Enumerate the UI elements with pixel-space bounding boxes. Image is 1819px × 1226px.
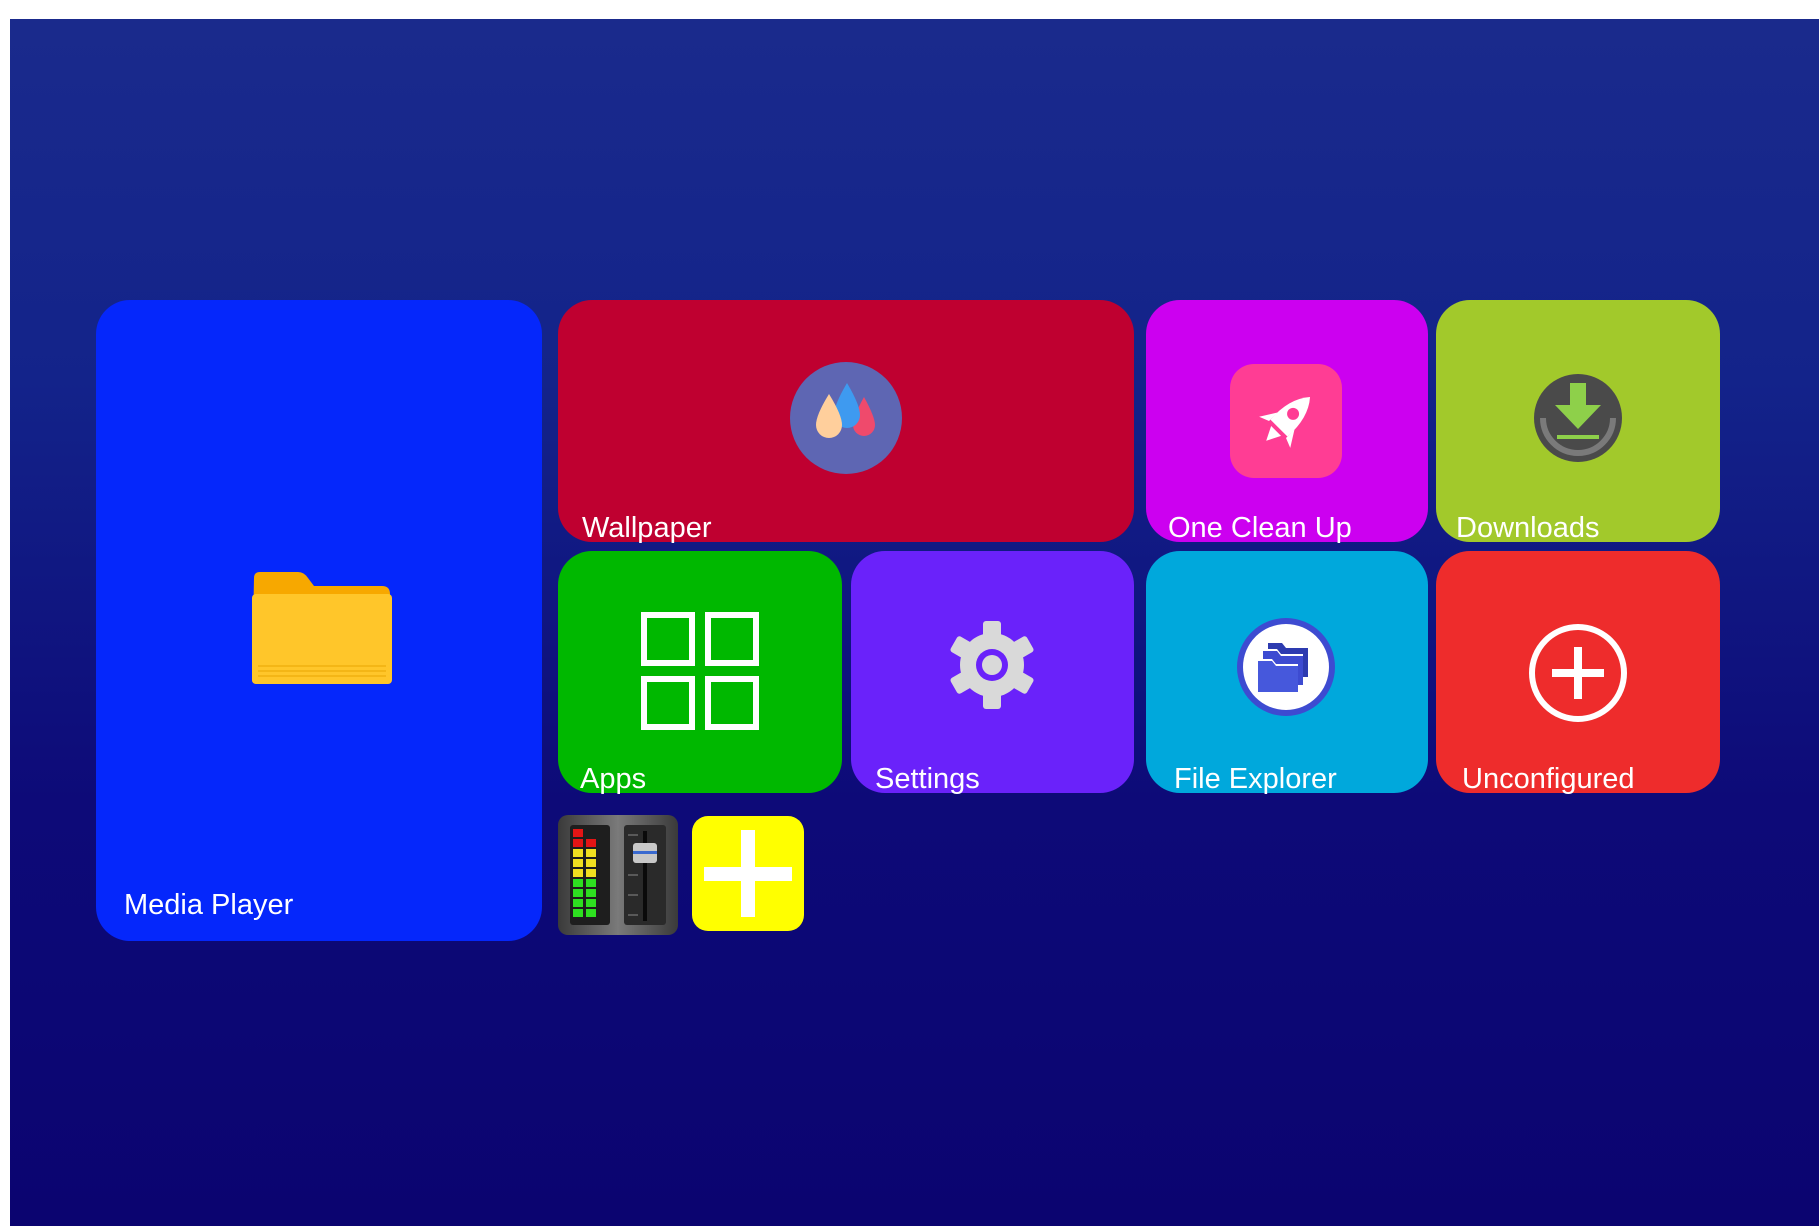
download-icon [1534,374,1622,462]
tile-apps[interactable]: Apps [558,551,842,795]
plus-icon [704,830,792,917]
tile-file-explorer[interactable]: File Explorer [1146,551,1428,795]
music-mixer-shortcut[interactable] [558,815,678,935]
tile-one-clean-up[interactable]: One Clean Up [1146,300,1428,544]
home-screen: Media Player Wallpaper One Clean Up Down… [10,19,1819,1226]
tile-media-player[interactable]: Media Player [96,300,542,941]
rocket-icon [1230,364,1342,478]
wallpaper-label: Wallpaper [582,512,712,544]
tile-unconfigured[interactable]: Unconfigured [1436,551,1720,795]
folders-icon [1237,618,1335,716]
tile-settings[interactable]: Settings [851,551,1134,795]
music-mixer-icon [558,815,678,935]
unconfigured-label: Unconfigured [1462,763,1635,795]
plus-circle-icon [1529,624,1627,722]
drops-icon [790,362,902,474]
one-clean-up-label: One Clean Up [1168,512,1352,544]
settings-label: Settings [875,763,980,795]
gear-icon [950,621,1034,709]
tile-downloads[interactable]: Downloads [1436,300,1720,544]
add-shortcut-button[interactable] [692,816,804,931]
apps-grid-icon [641,612,759,730]
media-player-label: Media Player [124,889,294,921]
apps-label: Apps [580,763,647,795]
tile-wallpaper[interactable]: Wallpaper [558,300,1134,544]
folder-icon [252,572,392,684]
file-explorer-label: File Explorer [1174,763,1337,795]
downloads-label: Downloads [1456,512,1600,544]
